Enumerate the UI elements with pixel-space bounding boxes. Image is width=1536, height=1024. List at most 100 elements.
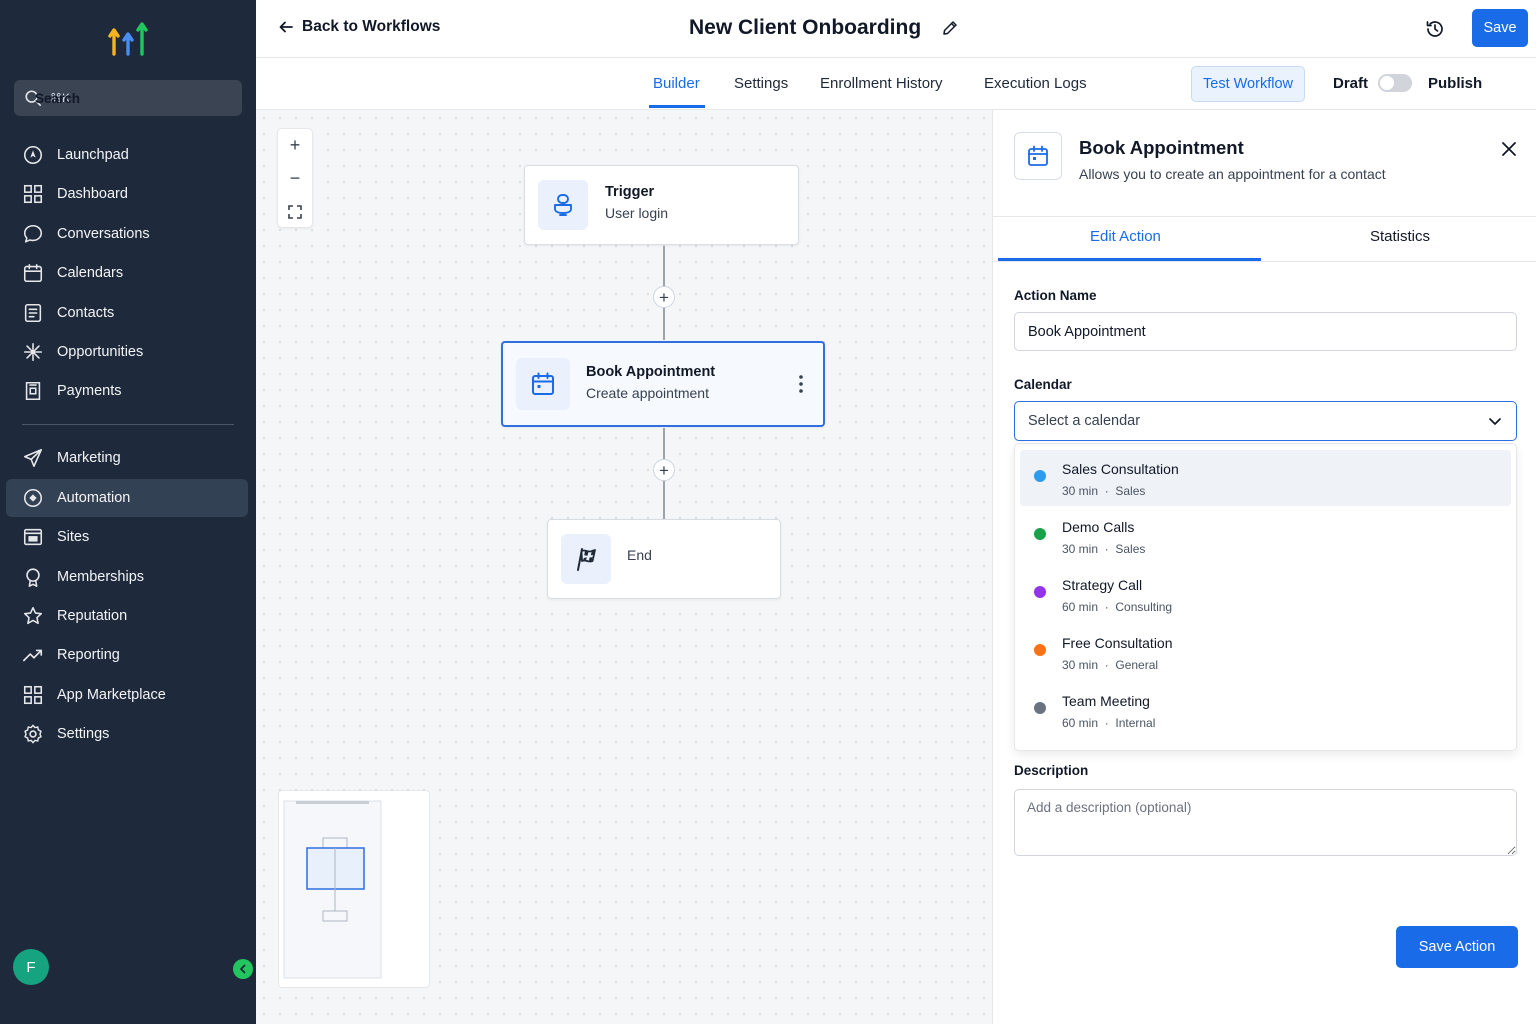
sidebar-item-reputation[interactable]: Reputation: [6, 597, 248, 635]
sidebar-item-label: Automation: [57, 489, 131, 506]
sidebar-item-reporting[interactable]: Reporting: [6, 636, 248, 674]
tab-enrollment-history[interactable]: Enrollment History: [820, 75, 943, 92]
action-node-subtitle: Create appointment: [586, 385, 709, 401]
workflow-tabs: Builder Settings Enrollment History Exec…: [256, 58, 1536, 110]
sidebar-item-label: Dashboard: [57, 186, 128, 203]
save-action-button[interactable]: Save Action: [1396, 926, 1518, 968]
test-workflow-button[interactable]: Test Workflow: [1191, 66, 1305, 102]
end-node-icon-wrap: [561, 534, 611, 584]
send-icon: [23, 449, 43, 468]
trend-line-icon: [23, 649, 43, 662]
sidebar-item-marketing[interactable]: Marketing: [6, 439, 248, 477]
sidebar-item-opportunities[interactable]: Opportunities: [6, 333, 248, 371]
trigger-node[interactable]: Trigger User login: [524, 165, 799, 245]
calendar-option-team-meeting[interactable]: Team Meeting 60 min · Internal: [1020, 682, 1511, 738]
action-config-panel: Book Appointment Allows you to create an…: [992, 110, 1536, 1024]
zoom-controls: + −: [277, 128, 313, 228]
zoom-in-button[interactable]: +: [278, 129, 312, 162]
description-textarea[interactable]: [1014, 789, 1517, 856]
checkered-flag-icon: [577, 548, 596, 571]
sidebar-item-label: Conversations: [57, 225, 150, 242]
calendar-option-meta: 60 min · Internal: [1062, 716, 1156, 730]
search-label: Search: [35, 90, 81, 106]
calendar-icon: [1028, 145, 1048, 166]
calendar-color-dot: [1034, 644, 1046, 656]
canvas-minimap[interactable]: [278, 790, 430, 988]
sidebar-collapse-button[interactable]: [233, 959, 253, 979]
calendar-option-free-consultation[interactable]: Free Consultation 30 min · General: [1020, 624, 1511, 680]
add-step-button[interactable]: +: [653, 459, 675, 481]
calendar-option-name: Strategy Call: [1062, 577, 1143, 593]
calendar-option-demo-calls[interactable]: Demo Calls 30 min · Sales: [1020, 508, 1511, 564]
sidebar-item-sites[interactable]: Sites: [6, 518, 248, 556]
kebab-menu-icon[interactable]: [799, 375, 803, 393]
book-appointment-node[interactable]: Book Appointment Create appointment: [501, 341, 825, 427]
sidebar: Search ⌘K Launchpad Dashboard Conversati…: [0, 0, 256, 1024]
logo-icon[interactable]: [108, 18, 148, 58]
minimap-preview: [283, 800, 382, 979]
chevron-down-icon: [1489, 418, 1501, 425]
sidebar-item-dashboard[interactable]: Dashboard: [6, 175, 248, 213]
tab-builder[interactable]: Builder: [653, 75, 700, 92]
tab-execution-logs[interactable]: Execution Logs: [984, 75, 1087, 92]
publish-toggle[interactable]: [1378, 74, 1412, 92]
publish-label: Publish: [1428, 75, 1483, 92]
end-node[interactable]: End: [547, 519, 781, 599]
gear-icon: [24, 724, 42, 744]
pencil-icon[interactable]: [941, 19, 959, 37]
sidebar-item-memberships[interactable]: Memberships: [6, 558, 248, 596]
trigger-node-title: Trigger: [605, 184, 655, 200]
sidebar-divider: [22, 424, 234, 426]
add-step-button[interactable]: +: [653, 286, 675, 308]
tab-settings[interactable]: Settings: [734, 75, 788, 92]
badge-icon: [26, 567, 40, 587]
description-label: Description: [1014, 763, 1089, 778]
sidebar-item-label: Opportunities: [57, 343, 144, 360]
close-icon[interactable]: [1501, 141, 1517, 157]
panel-icon-wrap: [1014, 132, 1062, 180]
sidebar-search[interactable]: Search ⌘K: [14, 80, 242, 116]
star-icon: [23, 606, 43, 625]
user-avatar[interactable]: F: [13, 949, 49, 985]
save-button[interactable]: Save: [1472, 9, 1528, 47]
calendar-option-sales-consultation[interactable]: Sales Consultation 30 min · Sales: [1020, 450, 1511, 506]
chat-bubble-icon: [23, 224, 43, 243]
sidebar-item-launchpad[interactable]: Launchpad: [6, 136, 248, 174]
action-name-input[interactable]: [1014, 312, 1517, 351]
expand-icon: [288, 204, 302, 219]
sidebar-item-label: Launchpad: [57, 147, 129, 163]
calendar-option-meta: 30 min · Sales: [1062, 542, 1146, 556]
sidebar-item-payments[interactable]: Payments: [6, 372, 248, 410]
sidebar-item-label: Settings: [57, 726, 110, 743]
sidebar-item-label: App Marketplace: [57, 686, 166, 703]
calendar-select[interactable]: Select a calendar: [1014, 401, 1517, 441]
workflow-canvas[interactable]: + − Trigger User login + Book Appointmen…: [256, 110, 992, 1024]
workflow-title-text: New Client Onboarding: [689, 16, 922, 39]
action-name-label: Action Name: [1014, 288, 1097, 303]
history-icon[interactable]: [1424, 18, 1446, 40]
sidebar-item-contacts[interactable]: Contacts: [6, 294, 248, 332]
browser-window-icon: [23, 529, 43, 546]
sidebar-nav: Launchpad Dashboard Conversations Calend…: [6, 136, 248, 754]
back-to-workflows-link[interactable]: Back to Workflows: [278, 18, 440, 36]
calendar-option-name: Sales Consultation: [1062, 461, 1179, 477]
calendar-option-meta: 30 min · General: [1062, 658, 1159, 672]
sidebar-item-automation[interactable]: Automation: [6, 478, 248, 517]
fit-view-button[interactable]: [278, 195, 312, 228]
calendar-select-placeholder: Select a calendar: [1028, 413, 1141, 429]
calendar-option-name: Free Consultation: [1062, 635, 1173, 651]
sidebar-item-calendars[interactable]: Calendars: [6, 254, 248, 292]
receipt-icon: [25, 382, 41, 401]
sidebar-item-app-marketplace[interactable]: App Marketplace: [6, 676, 248, 714]
sidebar-item-settings[interactable]: Settings: [6, 715, 248, 753]
tab-statistics[interactable]: Statistics: [1370, 228, 1430, 245]
draft-label: Draft: [1333, 75, 1369, 92]
calendar-option-strategy-call[interactable]: Strategy Call 60 min · Consulting: [1020, 566, 1511, 622]
trigger-node-subtitle: User login: [605, 205, 669, 221]
sidebar-item-label: Marketing: [57, 450, 121, 467]
zoom-out-button[interactable]: −: [278, 162, 312, 195]
sidebar-item-label: Sites: [57, 529, 90, 546]
sidebar-item-conversations[interactable]: Conversations: [6, 215, 248, 253]
calendar-color-dot: [1034, 528, 1046, 540]
tab-edit-action[interactable]: Edit Action: [1090, 228, 1161, 245]
